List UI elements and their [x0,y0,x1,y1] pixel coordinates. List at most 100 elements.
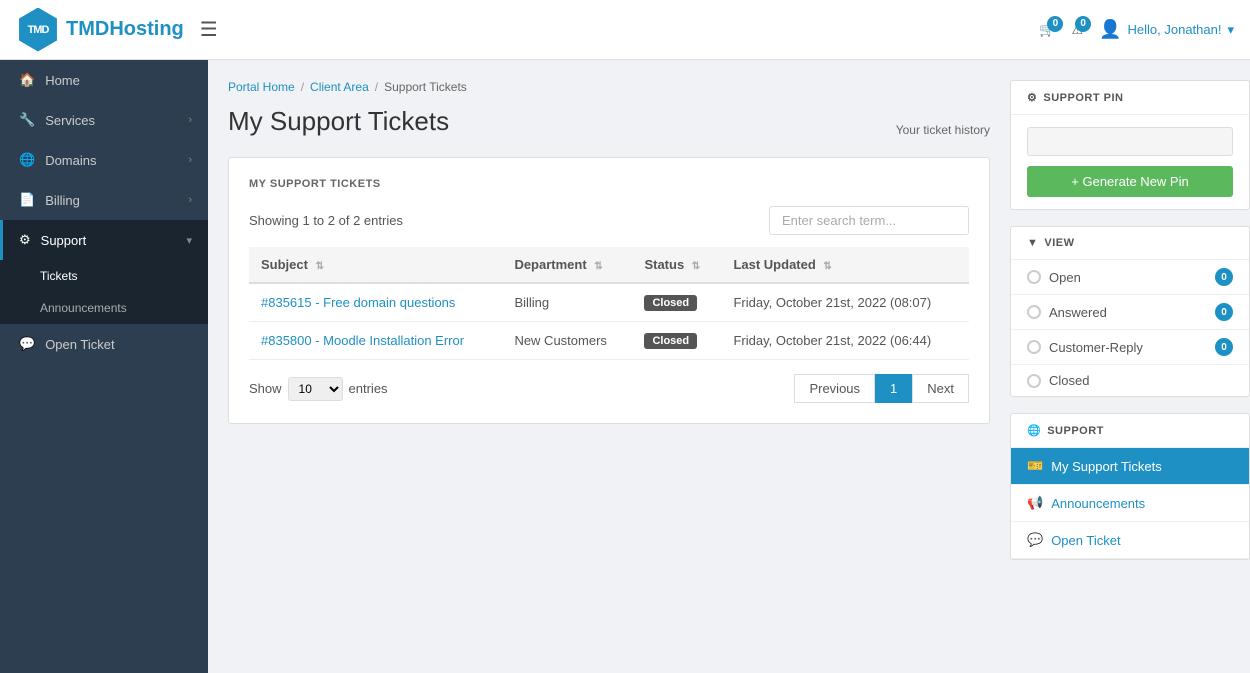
pagination: Previous 1 Next [794,374,969,403]
entries-label: entries [349,381,388,396]
domains-icon: 🌐 [19,152,35,168]
sidebar-item-services[interactable]: 🔧 Services › [0,100,208,140]
logo-abbr: TMD [28,24,49,36]
view-item-open[interactable]: Open 0 [1011,260,1249,295]
sort-subject-icon[interactable]: ⇅ [316,261,324,272]
alert-button[interactable]: ⚠ 0 [1071,22,1083,38]
support-nav-announcements[interactable]: 📢 Announcements [1011,485,1249,522]
cart-badge: 0 [1047,16,1063,32]
view-count-0: 0 [1215,268,1233,286]
support-header: 🌐 SUPPORT [1011,414,1249,448]
open-ticket-icon: 💬 [19,336,35,352]
sidebar-item-domains[interactable]: 🌐 Domains › [0,140,208,180]
gear-icon: ⚙ [1027,91,1037,104]
ticket-department-0: Billing [502,283,632,322]
view-header: ▼ VIEW [1011,227,1249,260]
prev-button[interactable]: Previous [794,374,875,403]
nav-icon-2: 💬 [1027,532,1043,548]
header-left: TMD TMDHosting ☰ [16,8,218,52]
support-nav-my-support-tickets[interactable]: 🎫 My Support Tickets [1011,448,1249,485]
user-dropdown-arrow: ▾ [1227,22,1234,38]
table-controls-top: Showing 1 to 2 of 2 entries [249,206,969,235]
sidebar-item-open-ticket[interactable]: 💬 Open Ticket [0,324,208,364]
logo-hex: TMD [16,8,60,52]
sort-last-updated-icon[interactable]: ⇅ [823,261,831,272]
sidebar-sub-support: Tickets Announcements [0,260,208,324]
sort-status-icon[interactable]: ⇅ [692,261,700,272]
generate-pin-button[interactable]: + Generate New Pin [1027,166,1233,197]
breadcrumb-client-area[interactable]: Client Area [310,80,369,94]
view-item-customer-reply[interactable]: Customer-Reply 0 [1011,330,1249,365]
view-count-1: 0 [1215,303,1233,321]
services-arrow: › [188,114,192,126]
entries-select-input[interactable]: 10 25 50 100 [288,377,343,401]
tickets-card: MY SUPPORT TICKETS Showing 1 to 2 of 2 e… [228,157,990,424]
ticket-department-1: New Customers [502,322,632,360]
ticket-link-0[interactable]: #835615 - Free domain questions [261,295,455,310]
sidebar-sub-announcements[interactable]: Announcements [0,292,208,324]
billing-icon: 📄 [19,192,35,208]
breadcrumb-portal-home[interactable]: Portal Home [228,80,295,94]
ticket-updated-0: Friday, October 21st, 2022 (08:07) [721,283,969,322]
show-label: Show [249,381,282,396]
table-row: #835615 - Free domain questions Billing … [249,283,969,322]
support-pin-card: ⚙ SUPPORT PIN + Generate New Pin [1010,80,1250,210]
user-menu[interactable]: 👤 Hello, Jonathan! ▾ [1099,19,1234,40]
search-input[interactable] [769,206,969,235]
view-item-answered[interactable]: Answered 0 [1011,295,1249,330]
sidebar-label-services: Services [45,113,95,128]
filter-icon: ▼ [1027,237,1038,249]
support-nav-open-ticket[interactable]: 💬 Open Ticket [1011,522,1249,559]
nav-label-1: Announcements [1051,496,1145,511]
radio-3 [1027,374,1041,388]
nav-icon-1: 📢 [1027,495,1043,511]
radio-1 [1027,305,1041,319]
header: TMD TMDHosting ☰ 🛒 0 ⚠ 0 👤 Hello, Jonath… [0,0,1250,60]
cart-button[interactable]: 🛒 0 [1039,22,1055,38]
nav-icon-0: 🎫 [1027,458,1043,474]
sidebar-item-billing[interactable]: 📄 Billing › [0,180,208,220]
col-department: Department ⇅ [502,247,632,283]
view-item-closed[interactable]: Closed [1011,365,1249,396]
support-pin-body: + Generate New Pin [1011,115,1249,209]
support-nav-items: 🎫 My Support Tickets 📢 Announcements 💬 O… [1011,448,1249,559]
support-section-icon: 🌐 [1027,424,1041,437]
page-1-button[interactable]: 1 [875,374,912,403]
sidebar-item-home[interactable]: 🏠 Home [0,60,208,100]
view-count-2: 0 [1215,338,1233,356]
logo-text: TMDHosting [66,18,184,41]
breadcrumb: Portal Home / Client Area / Support Tick… [228,80,990,94]
support-arrow: ▾ [186,234,192,247]
table-header-row: Subject ⇅ Department ⇅ Status ⇅ Last U [249,247,969,283]
ticket-updated-1: Friday, October 21st, 2022 (06:44) [721,322,969,360]
hamburger-menu[interactable]: ☰ [200,17,218,42]
ticket-history-link: Your ticket history [896,123,990,137]
view-label-0: Open [1049,270,1081,285]
tickets-label: Tickets [40,269,78,283]
sidebar-item-support[interactable]: ⚙ Support ▾ [0,220,208,260]
entries-select: Show 10 25 50 100 entries [249,377,388,401]
billing-arrow: › [188,194,192,206]
next-button[interactable]: Next [912,374,969,403]
sidebar-label-support: Support [41,233,87,248]
support-pin-input[interactable] [1027,127,1233,156]
view-label-3: Closed [1049,373,1089,388]
home-icon: 🏠 [19,72,35,88]
ticket-link-1[interactable]: #835800 - Moodle Installation Error [261,333,464,348]
main-layout: 🏠 Home 🔧 Services › 🌐 Domains › 📄 Billin… [0,60,1250,673]
sort-department-icon[interactable]: ⇅ [594,261,602,272]
table-row: #835800 - Moodle Installation Error New … [249,322,969,360]
nav-label-2: Open Ticket [1051,533,1120,548]
status-badge-0: Closed [644,295,697,311]
sidebar-sub-tickets[interactable]: Tickets [0,260,208,292]
tickets-table: Subject ⇅ Department ⇅ Status ⇅ Last U [249,247,969,360]
breadcrumb-current: Support Tickets [384,80,467,94]
view-label-1: Answered [1049,305,1107,320]
view-card: ▼ VIEW Open 0 Answered 0 Customer-Reply … [1010,226,1250,397]
col-last-updated: Last Updated ⇅ [721,247,969,283]
tickets-card-title: MY SUPPORT TICKETS [249,178,969,190]
support-pin-header: ⚙ SUPPORT PIN [1011,81,1249,115]
nav-label-0: My Support Tickets [1051,459,1162,474]
user-greeting: Hello, Jonathan! [1128,22,1222,37]
sidebar-open-ticket-label: Open Ticket [45,337,114,352]
